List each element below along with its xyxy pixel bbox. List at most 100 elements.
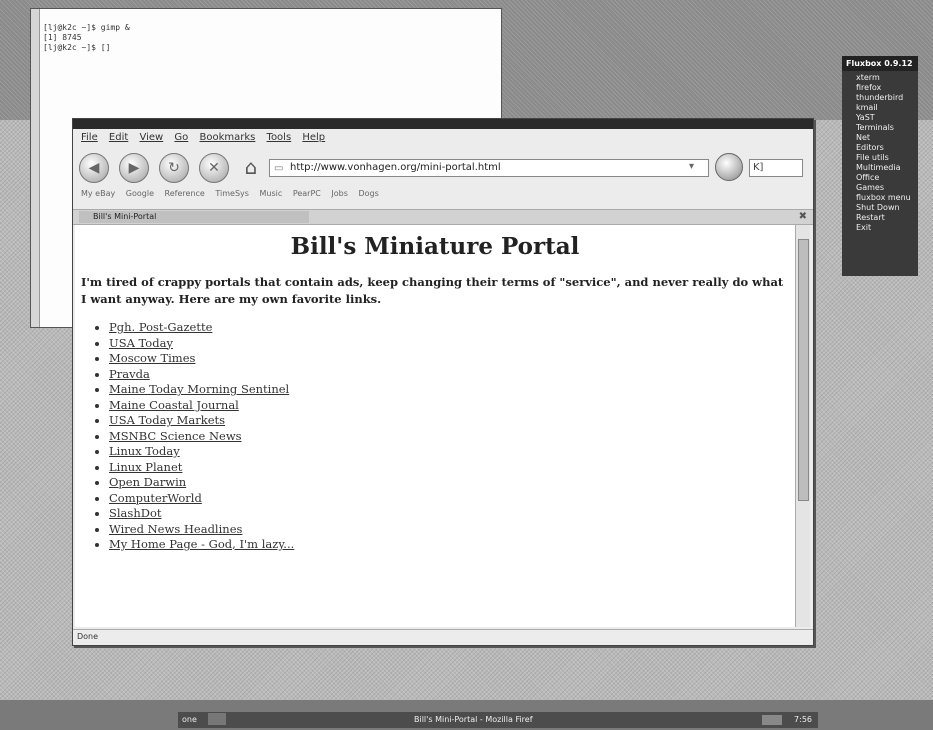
list-item: Maine Today Morning Sentinel [109, 382, 795, 398]
terminal-line: [lj@k2c ~]$ gimp & [43, 23, 130, 32]
forward-button[interactable]: ▶ [119, 153, 149, 183]
navigation-toolbar: ◀ ▶ ↻ ✕ ⌂ ▭ http://www.vonhagen.org/mini… [73, 149, 813, 185]
bookmark-item[interactable]: PearPC [293, 189, 321, 198]
menu-view[interactable]: View [139, 132, 163, 143]
list-item: ComputerWorld [109, 491, 795, 507]
search-input[interactable]: K] [749, 159, 803, 177]
taskbar-item[interactable]: Bill's Mini-Portal - Mozilla Firef [414, 715, 533, 724]
link[interactable]: USA Today [109, 336, 173, 350]
fluxbox-menu-item[interactable]: xterm [856, 73, 918, 83]
stop-button[interactable]: ✕ [199, 153, 229, 183]
back-button[interactable]: ◀ [79, 153, 109, 183]
menu-help[interactable]: Help [302, 132, 325, 143]
intro-paragraph: I'm tired of crappy portals that contain… [81, 275, 784, 306]
tab-strip: Bill's Mini-Portal ✖ [73, 209, 813, 225]
address-bar[interactable]: ▭ http://www.vonhagen.org/mini-portal.ht… [269, 159, 709, 177]
bookmark-item[interactable]: Reference [165, 189, 205, 198]
link[interactable]: Pravda [109, 367, 150, 381]
bookmark-item[interactable]: Dogs [358, 189, 378, 198]
fluxbox-menu-item[interactable]: firefox [856, 83, 918, 93]
terminal-scrollbar[interactable] [31, 9, 40, 327]
link[interactable]: My Home Page - God, I'm lazy... [109, 537, 294, 551]
page-title: Bill's Miniature Portal [290, 233, 580, 260]
list-item: USA Today [109, 336, 795, 352]
list-item: Pgh. Post-Gazette [109, 320, 795, 336]
reload-icon: ↻ [168, 160, 180, 176]
link[interactable]: Pgh. Post-Gazette [109, 320, 212, 334]
link[interactable]: SlashDot [109, 506, 162, 520]
link[interactable]: Linux Today [109, 444, 180, 458]
status-text: Done [77, 632, 99, 641]
bookmark-item[interactable]: Music [260, 189, 283, 198]
fluxbox-menu-item[interactable]: Terminals [856, 123, 918, 133]
terminal-line: [1] 8745 [43, 33, 82, 42]
workspace-switcher[interactable] [208, 713, 226, 725]
bookmark-item[interactable]: TimeSys [215, 189, 249, 198]
list-item: Linux Planet [109, 460, 795, 476]
tab-label: Bill's Mini-Portal [93, 212, 157, 221]
go-button[interactable] [715, 153, 743, 181]
fluxbox-menu-item[interactable]: fluxbox menu [856, 193, 918, 203]
forward-arrow-icon: ▶ [128, 160, 140, 176]
list-item: Open Darwin [109, 475, 795, 491]
url-dropdown-icon[interactable]: ▾ [689, 161, 694, 172]
fluxbox-menu-item[interactable]: Office [856, 173, 918, 183]
bookmark-item[interactable]: My eBay [81, 189, 115, 198]
link[interactable]: Open Darwin [109, 475, 186, 489]
list-item: MSNBC Science News [109, 429, 795, 445]
menu-tools[interactable]: Tools [267, 132, 292, 143]
page-icon: ▭ [274, 163, 284, 174]
fluxbox-menu-list: xterm firefox thunderbird kmail YaST Ter… [842, 71, 918, 233]
clock: 7:56 [794, 715, 812, 724]
home-icon[interactable]: ⌂ [239, 155, 263, 179]
tab-bills-mini-portal[interactable]: Bill's Mini-Portal [79, 211, 309, 223]
link[interactable]: MSNBC Science News [109, 429, 242, 443]
url-text: http://www.vonhagen.org/mini-portal.html [290, 162, 501, 173]
link[interactable]: Maine Coastal Journal [109, 398, 239, 412]
list-item: Pravda [109, 367, 795, 383]
menu-edit[interactable]: Edit [109, 132, 128, 143]
fluxbox-menu-item[interactable]: Shut Down [856, 203, 918, 213]
link[interactable]: Moscow Times [109, 351, 195, 365]
menu-bookmarks[interactable]: Bookmarks [199, 132, 255, 143]
status-bar: Done [73, 629, 813, 643]
reload-button[interactable]: ↻ [159, 153, 189, 183]
taskbar: one Bill's Mini-Portal - Mozilla Firef 7… [178, 712, 818, 728]
fluxbox-menu-item[interactable]: Net [856, 133, 918, 143]
fluxbox-menu-item[interactable]: Editors [856, 143, 918, 153]
fluxbox-menu-title: Fluxbox 0.9.12 [842, 56, 918, 71]
fluxbox-menu-item[interactable]: Games [856, 183, 918, 193]
bookmark-item[interactable]: Google [126, 189, 154, 198]
fluxbox-menu: Fluxbox 0.9.12 xterm firefox thunderbird… [842, 56, 918, 276]
fluxbox-menu-item[interactable]: File utils [856, 153, 918, 163]
list-item: SlashDot [109, 506, 795, 522]
list-item: Moscow Times [109, 351, 795, 367]
link[interactable]: USA Today Markets [109, 413, 225, 427]
menu-go[interactable]: Go [174, 132, 188, 143]
page-scrollbar[interactable] [795, 225, 810, 627]
browser-titlebar[interactable] [73, 119, 813, 129]
link[interactable]: ComputerWorld [109, 491, 202, 505]
list-item: Wired News Headlines [109, 522, 795, 538]
link[interactable]: Wired News Headlines [109, 522, 242, 536]
fluxbox-menu-item[interactable]: kmail [856, 103, 918, 113]
list-item: My Home Page - God, I'm lazy... [109, 537, 795, 553]
bookmark-item[interactable]: Jobs [331, 189, 348, 198]
fluxbox-menu-item[interactable]: Multimedia [856, 163, 918, 173]
fluxbox-menu-item[interactable]: Exit [856, 223, 918, 233]
fluxbox-menu-item[interactable]: thunderbird [856, 93, 918, 103]
terminal-line: [lj@k2c ~]$ [] [43, 43, 111, 52]
menu-file[interactable]: File [81, 132, 98, 143]
browser-window: File Edit View Go Bookmarks Tools Help ◀… [72, 118, 814, 646]
page-content: Bill's Miniature Portal I'm tired of cra… [75, 225, 795, 627]
scrollbar-thumb[interactable] [798, 239, 809, 501]
terminal-output: [lj@k2c ~]$ gimp & [1] 8745 [lj@k2c ~]$ … [43, 23, 130, 53]
close-tab-icon[interactable]: ✖ [799, 211, 807, 222]
link[interactable]: Maine Today Morning Sentinel [109, 382, 289, 396]
favorite-links-list: Pgh. Post-Gazette USA Today Moscow Times… [75, 320, 795, 553]
list-item: USA Today Markets [109, 413, 795, 429]
fluxbox-menu-item[interactable]: YaST [856, 113, 918, 123]
fluxbox-menu-item[interactable]: Restart [856, 213, 918, 223]
link[interactable]: Linux Planet [109, 460, 182, 474]
workspace-name[interactable]: one [182, 715, 197, 724]
